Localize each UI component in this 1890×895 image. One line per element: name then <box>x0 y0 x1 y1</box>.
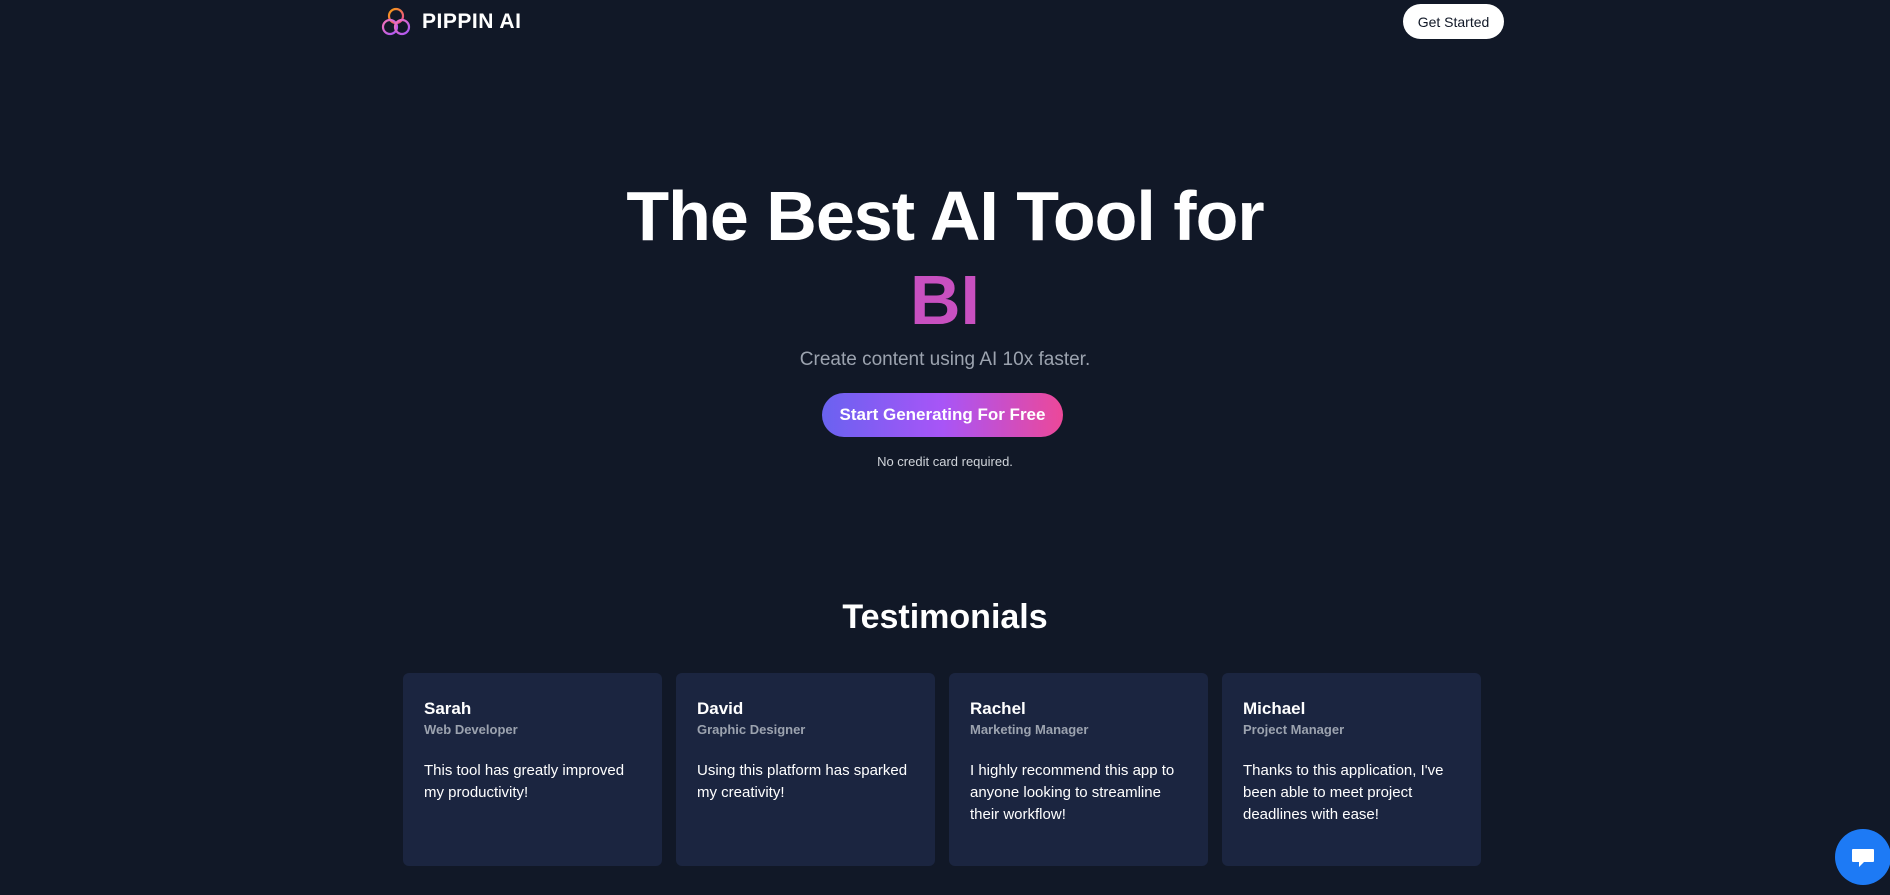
testimonial-quote: This tool has greatly improved my produc… <box>424 762 625 801</box>
testimonial-card: David Graphic Designer Using this platfo… <box>676 673 935 866</box>
testimonial-card: Michael Project Manager Thanks to this a… <box>1222 673 1481 866</box>
hero-highlight: BI <box>910 261 980 339</box>
testimonial-name: David <box>697 699 744 718</box>
testimonials-heading: Testimonials <box>842 598 1048 636</box>
testimonial-card: Sarah Web Developer This tool has greatl… <box>403 673 662 866</box>
start-generating-button[interactable]: Start Generating For Free <box>822 393 1063 437</box>
testimonial-quote: I highly recommend this app to anyone lo… <box>970 762 1175 823</box>
brand-name: PIPPIN AI <box>422 10 522 33</box>
testimonial-name: Rachel <box>970 699 1026 718</box>
testimonial-name: Sarah <box>424 699 472 718</box>
testimonial-quote: Thanks to this application, I've been ab… <box>1243 762 1444 823</box>
testimonial-role: Graphic Designer <box>697 722 806 737</box>
brand-link[interactable]: PIPPIN AI <box>380 6 521 38</box>
hero-subtitle: Create content using AI 10x faster. <box>799 349 1091 370</box>
landing-page: PIPPIN AI Get Started The Best AI Tool f… <box>0 0 1890 895</box>
chat-bubble-icon <box>1852 849 1874 867</box>
three-circles-logo-icon <box>381 7 411 36</box>
testimonials-list: Sarah Web Developer This tool has greatl… <box>403 673 1483 866</box>
hero-title: The Best AI Tool for <box>626 177 1264 255</box>
testimonial-role: Marketing Manager <box>970 722 1089 737</box>
chat-launcher-button[interactable] <box>1835 829 1890 885</box>
testimonial-name: Michael <box>1243 699 1306 718</box>
cta-note: No credit card required. <box>877 454 1013 469</box>
testimonial-role: Web Developer <box>424 722 518 737</box>
site-header: PIPPIN AI Get Started <box>0 0 1890 44</box>
testimonial-quote: Using this platform has sparked my creat… <box>697 762 908 801</box>
testimonial-role: Project Manager <box>1243 722 1345 737</box>
testimonial-card: Rachel Marketing Manager I highly recomm… <box>949 673 1208 866</box>
get-started-button[interactable]: Get Started <box>1403 4 1504 39</box>
